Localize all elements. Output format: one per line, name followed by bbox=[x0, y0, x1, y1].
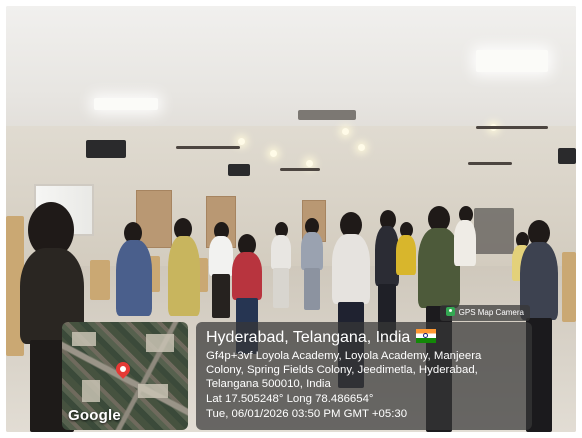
ceiling-light bbox=[476, 50, 548, 72]
map-thumbnail: Google bbox=[62, 322, 188, 430]
map-building bbox=[138, 384, 168, 398]
location-title-row: Hyderabad, Telangana, India bbox=[206, 328, 437, 347]
gps-overlay: Google GPS Map Camera Hyderabad, Telanga… bbox=[62, 305, 532, 430]
coordinates-text: Lat 17.505248° Long 78.486654° bbox=[206, 393, 374, 405]
address-line: Colony, Spring Fields Colony, Jeedimetla… bbox=[206, 364, 478, 376]
location-title: Hyderabad, Telangana, India bbox=[206, 329, 411, 346]
map-building bbox=[72, 332, 96, 346]
dancer bbox=[452, 206, 478, 306]
dancer bbox=[268, 222, 294, 308]
ceiling-fan bbox=[476, 126, 548, 129]
map-pin-icon bbox=[113, 359, 133, 379]
dancer bbox=[164, 218, 204, 338]
dancer bbox=[298, 218, 326, 310]
ceiling-light bbox=[94, 98, 158, 110]
metal-rack bbox=[474, 208, 514, 254]
ceiling-spotlight bbox=[306, 160, 313, 167]
map-building bbox=[146, 334, 174, 352]
datetime-text: Tue, 06/01/2026 03:50 PM GMT +05:30 bbox=[206, 408, 408, 420]
photo-frame: Google GPS Map Camera Hyderabad, Telanga… bbox=[0, 0, 582, 438]
ceiling-fan bbox=[176, 146, 240, 149]
gps-map-camera-icon bbox=[445, 307, 455, 316]
location-info-card: GPS Map Camera Hyderabad, Telangana, Ind… bbox=[196, 305, 532, 430]
address-line: Telangana 500010, India bbox=[206, 378, 331, 390]
ceiling-spotlight bbox=[238, 138, 245, 145]
wall-speaker bbox=[86, 140, 126, 158]
ceiling-spotlight bbox=[270, 150, 277, 157]
address-line: Gf4p+3vf Loyola Academy, Loyola Academy,… bbox=[206, 350, 482, 362]
map-building bbox=[82, 380, 100, 402]
ceiling-spotlight bbox=[342, 128, 349, 135]
app-brand-tag: GPS Map Camera bbox=[439, 305, 530, 321]
ceiling-spotlight bbox=[358, 144, 365, 151]
dancer bbox=[114, 222, 154, 332]
stacked-chairs bbox=[562, 252, 576, 322]
map-provider-label: Google bbox=[68, 407, 121, 424]
stacked-chairs bbox=[90, 260, 110, 300]
ceiling-ac-vent bbox=[298, 110, 356, 120]
app-brand-label: GPS Map Camera bbox=[458, 308, 524, 317]
wall-speaker bbox=[228, 164, 250, 176]
ceiling-fan bbox=[468, 162, 512, 165]
ceiling-fan bbox=[280, 168, 320, 171]
wall-speaker bbox=[558, 148, 576, 164]
india-flag-icon bbox=[416, 329, 437, 343]
